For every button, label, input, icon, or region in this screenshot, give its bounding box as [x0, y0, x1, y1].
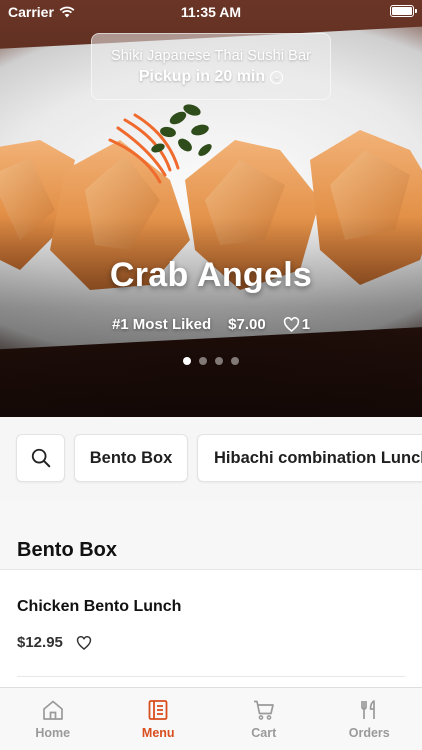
category-bento-box[interactable]: Bento Box: [74, 434, 188, 482]
tab-home[interactable]: Home: [0, 688, 106, 750]
featured-carousel[interactable]: Carrier 11:35 AM Shiki Japanese Thai Sus…: [0, 0, 422, 417]
pickup-time: Pickup in 20 min ⌄: [92, 68, 330, 86]
pickup-label: Pickup in 20 min: [138, 68, 266, 85]
featured-likes[interactable]: 1: [283, 316, 310, 333]
featured-rank: #1 Most Liked: [111, 316, 212, 333]
featured-meta: #1 Most Liked $7.00 1: [0, 316, 422, 333]
carousel-dot[interactable]: [231, 357, 239, 365]
featured-title: Crab Angels: [109, 256, 313, 294]
menu-icon: [148, 700, 168, 720]
likes-count: 1: [301, 316, 311, 333]
menu-item-price-row: $12.95: [17, 634, 92, 651]
tab-label: Home: [35, 726, 71, 740]
menu-section-header: Bento Box: [0, 501, 422, 570]
orders-icon: [361, 700, 376, 719]
menu-item[interactable]: Chicken Bento Lunch $12.95: [0, 570, 422, 690]
menu-item-price: $12.95: [17, 634, 63, 651]
battery-icon: [390, 5, 417, 17]
search-icon: [31, 448, 50, 468]
category-hibachi-combination-lunch[interactable]: Hibachi combination Lunch: [197, 434, 422, 482]
cart-icon: [253, 700, 274, 720]
store-name: Shiki Japanese Thai Sushi Bar: [110, 48, 312, 64]
tab-menu[interactable]: Menu: [106, 688, 212, 750]
heart-icon[interactable]: [76, 635, 92, 650]
category-bar[interactable]: Bento Box Hibachi combination Lunch: [0, 417, 422, 501]
tab-bar[interactable]: Home Menu Cart Orders: [0, 687, 422, 750]
store-selector[interactable]: Shiki Japanese Thai Sushi Bar Pickup in …: [91, 33, 331, 100]
section-title: Bento Box: [17, 539, 117, 561]
featured-price: $7.00: [228, 316, 266, 333]
divider: [17, 676, 405, 677]
menu-item-name: Chicken Bento Lunch: [17, 598, 182, 615]
heart-icon: [283, 317, 299, 332]
clock: 11:35 AM: [180, 4, 242, 20]
tab-cart[interactable]: Cart: [211, 688, 317, 750]
tab-label: Cart: [251, 726, 277, 740]
search-button[interactable]: [16, 434, 65, 482]
home-icon: [42, 700, 63, 720]
carousel-dot[interactable]: [199, 357, 207, 365]
status-bar: Carrier 11:35 AM: [0, 0, 422, 24]
chevron-down-icon: ⌄: [270, 70, 284, 84]
carousel-dot[interactable]: [183, 357, 191, 365]
carousel-dot[interactable]: [215, 357, 223, 365]
carousel-dots[interactable]: [0, 357, 422, 365]
tab-orders[interactable]: Orders: [317, 688, 422, 750]
tab-label: Menu: [141, 726, 175, 740]
tab-label: Orders: [348, 726, 390, 740]
